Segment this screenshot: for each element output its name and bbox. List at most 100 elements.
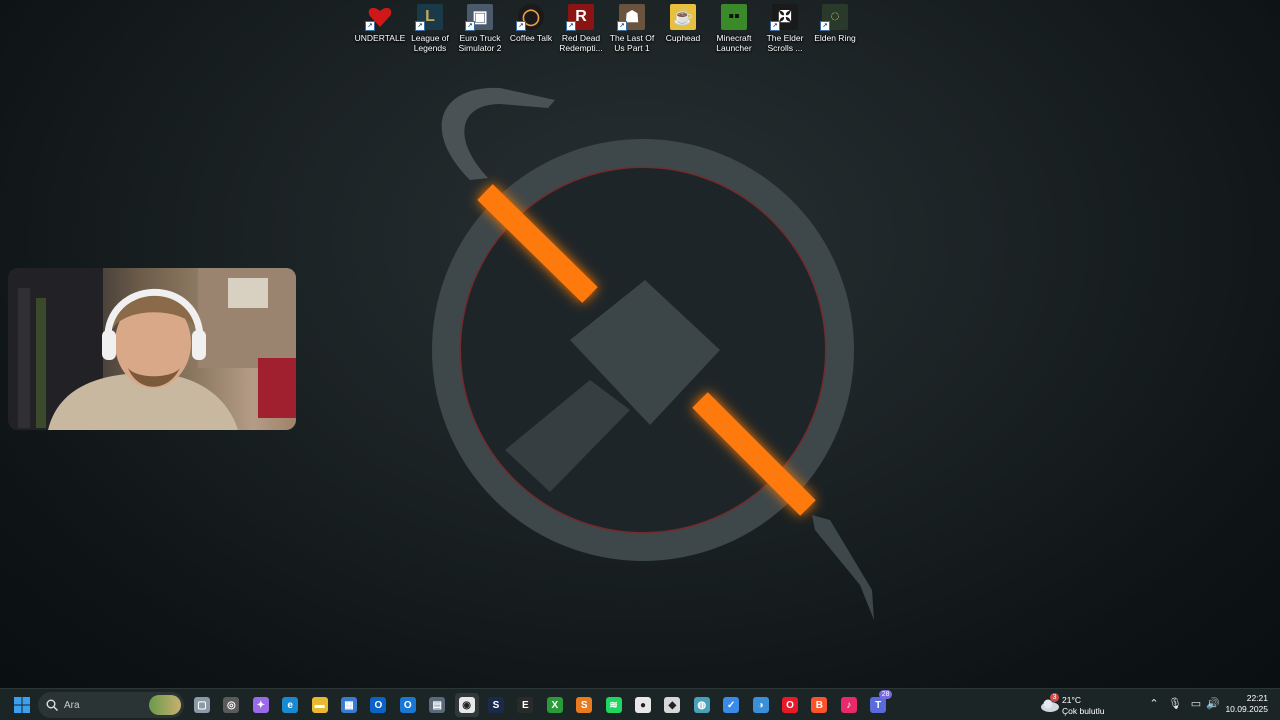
desktop: ↗ UNDERTALE L ↗ League of Legends ▣ ↗ Euro… — [0, 0, 1280, 688]
weather-widget[interactable]: 3 21°C Çok bulutlu — [1040, 693, 1120, 717]
euro-truck-icon: ▣ ↗ — [465, 4, 493, 31]
copilot-app-icon: ◎ — [223, 697, 240, 713]
shortcut-label: Red Dead Redempti... — [559, 33, 603, 53]
copilot-icon: ✦ — [252, 697, 269, 713]
outlook-taskbar-button[interactable]: O — [366, 693, 390, 717]
task-view-icon: ▢ — [194, 697, 210, 713]
todo-taskbar-button[interactable]: ✓ — [719, 693, 743, 717]
chrome-taskbar-button[interactable]: ◉ — [454, 693, 479, 717]
shortcut-label: The Elder Scrolls ... — [766, 33, 804, 53]
steam-taskbar-button[interactable]: S — [484, 693, 508, 717]
league-of-legends-icon: L ↗ — [415, 4, 443, 31]
coffee-talk-icon: ◯ ↗ — [516, 4, 544, 31]
show-hidden-icons-chevron-up-icon[interactable]: ⌃ — [1147, 697, 1161, 711]
start-button[interactable] — [10, 693, 34, 717]
outlook-new-taskbar-button[interactable]: O — [396, 693, 420, 717]
app-blue-icon: ◑ — [752, 697, 769, 713]
opera-taskbar-button[interactable]: O — [778, 693, 802, 717]
teams-icon: T — [870, 697, 887, 713]
steam-icon: S — [488, 697, 504, 713]
todo-icon: ✓ — [723, 697, 740, 713]
clock-time: 22:21 — [1246, 693, 1268, 703]
minecraft-icon: ▪▪ — [721, 4, 747, 30]
teams-taskbar-button[interactable]: T 28 — [866, 690, 893, 717]
shortcut-label: UNDERTALE — [354, 33, 406, 43]
undertale-heart-icon: ↗ — [365, 4, 393, 31]
desktop-shortcut-league-of-legends[interactable]: L ↗ League of Legends — [405, 4, 455, 53]
spotify-taskbar-button[interactable]: ≋ — [602, 693, 626, 717]
windows-logo-icon — [14, 697, 30, 713]
notification-badge: 28 — [879, 690, 893, 699]
search-placeholder: Ara — [64, 699, 80, 711]
webcam-feed-image — [8, 268, 296, 430]
desktop-shortcut-cuphead[interactable]: ☕ Cuphead — [658, 4, 708, 43]
brave-taskbar-button[interactable]: B — [807, 693, 831, 717]
obs-icon: ● — [635, 697, 651, 713]
shortcut-label: Minecraft Launcher — [716, 33, 752, 53]
microphone-icon[interactable]: 🎙 — [1168, 697, 1182, 711]
system-clock[interactable]: 22:21 10.09.2025 — [1225, 693, 1268, 715]
chrome-icon: ◉ — [458, 697, 475, 713]
file-explorer-taskbar-button[interactable]: ▬ — [308, 693, 332, 717]
taskbar-search-box[interactable]: Ara — [38, 692, 184, 718]
cuphead-icon: ☕ — [670, 4, 696, 30]
unity-icon: ◆ — [664, 697, 681, 713]
globe-app-icon: ◍ — [693, 697, 710, 713]
network-icon[interactable]: ▭ — [1189, 697, 1203, 711]
app-blue-taskbar-button[interactable]: ◑ — [749, 693, 773, 717]
shortcut-label: Euro Truck Simulator 2 — [458, 33, 502, 53]
weather-condition: Çok bulutlu — [1062, 706, 1105, 716]
epic-games-taskbar-button[interactable]: E — [513, 693, 537, 717]
desktop-shortcut-red-dead[interactable]: R ↗ Red Dead Redempti... — [556, 4, 606, 53]
last-of-us-icon: ☗ ↗ — [617, 4, 645, 31]
weather-alert-badge: 3 — [1050, 693, 1059, 702]
desktop-shortcut-minecraft[interactable]: ▪▪ Minecraft Launcher — [709, 4, 759, 53]
desktop-shortcut-coffee-talk[interactable]: ◯ ↗ Coffee Talk — [506, 4, 556, 43]
file-explorer-icon: ▬ — [311, 697, 328, 713]
task-view-taskbar-button[interactable]: ▢ — [190, 693, 214, 717]
shortcut-label: League of Legends — [411, 33, 449, 53]
elden-ring-icon: ◌ ↗ — [820, 4, 848, 31]
taskbar: Ara ▢ ◎ ✦ e ▬ ▦ O O ▤ ◉ S E X S ≋ ● ◆ ◍ ✓ ◑ O B ♪ T 28 3 21°C Ço… — [0, 688, 1280, 720]
edge-icon: e — [282, 697, 299, 713]
tiktok-taskbar-button[interactable]: ♪ — [837, 693, 861, 717]
edge-taskbar-button[interactable]: e — [278, 693, 302, 717]
search-highlight-image — [149, 695, 181, 715]
unity-taskbar-button[interactable]: ◆ — [660, 693, 684, 717]
brave-icon: B — [811, 697, 828, 713]
calculator-taskbar-button[interactable]: ▤ — [425, 693, 449, 717]
spotify-icon: ≋ — [605, 697, 622, 713]
weather-temperature: 21°C — [1062, 695, 1081, 705]
desktop-shortcut-undertale[interactable]: ↗ UNDERTALE — [355, 4, 405, 43]
red-dead-icon: R ↗ — [566, 4, 594, 31]
xbox-icon: X — [546, 697, 563, 713]
desktop-shortcut-elder-scrolls[interactable]: ✠ ↗ The Elder Scrolls ... — [760, 4, 810, 53]
microsoft-store-taskbar-button[interactable]: ▦ — [337, 693, 361, 717]
shortcut-label: Cuphead — [665, 33, 701, 43]
microsoft-store-icon: ▦ — [341, 697, 357, 713]
obs-taskbar-button[interactable]: ● — [631, 693, 655, 717]
shortcut-label: The Last Of Us Part 1 — [609, 33, 655, 53]
search-icon — [46, 699, 58, 711]
webcam-overlay — [8, 268, 296, 430]
tiktok-icon: ♪ — [840, 697, 857, 713]
outlook-new-icon: O — [399, 697, 416, 713]
desktop-shortcut-last-of-us[interactable]: ☗ ↗ The Last Of Us Part 1 — [607, 4, 657, 53]
shortcut-label: Elden Ring — [814, 33, 856, 43]
epic-games-icon: E — [517, 697, 534, 713]
sublime-taskbar-button[interactable]: S — [572, 693, 596, 717]
clock-date: 10.09.2025 — [1225, 704, 1268, 714]
calculator-icon: ▤ — [429, 697, 446, 713]
volume-icon[interactable]: 🔊 — [1206, 697, 1220, 711]
copilot-app-taskbar-button[interactable]: ◎ — [219, 693, 243, 717]
globe-app-taskbar-button[interactable]: ◍ — [690, 693, 714, 717]
elder-scrolls-icon: ✠ ↗ — [770, 4, 798, 31]
shortcut-label: Coffee Talk — [509, 33, 553, 43]
opera-icon: O — [782, 697, 798, 713]
desktop-shortcut-elden-ring[interactable]: ◌ ↗ Elden Ring — [810, 4, 860, 43]
sublime-icon: S — [576, 697, 593, 713]
xbox-taskbar-button[interactable]: X — [543, 693, 567, 717]
copilot-taskbar-button[interactable]: ✦ — [249, 693, 273, 717]
outlook-icon: O — [370, 697, 387, 713]
desktop-shortcut-euro-truck[interactable]: ▣ ↗ Euro Truck Simulator 2 — [455, 4, 505, 53]
